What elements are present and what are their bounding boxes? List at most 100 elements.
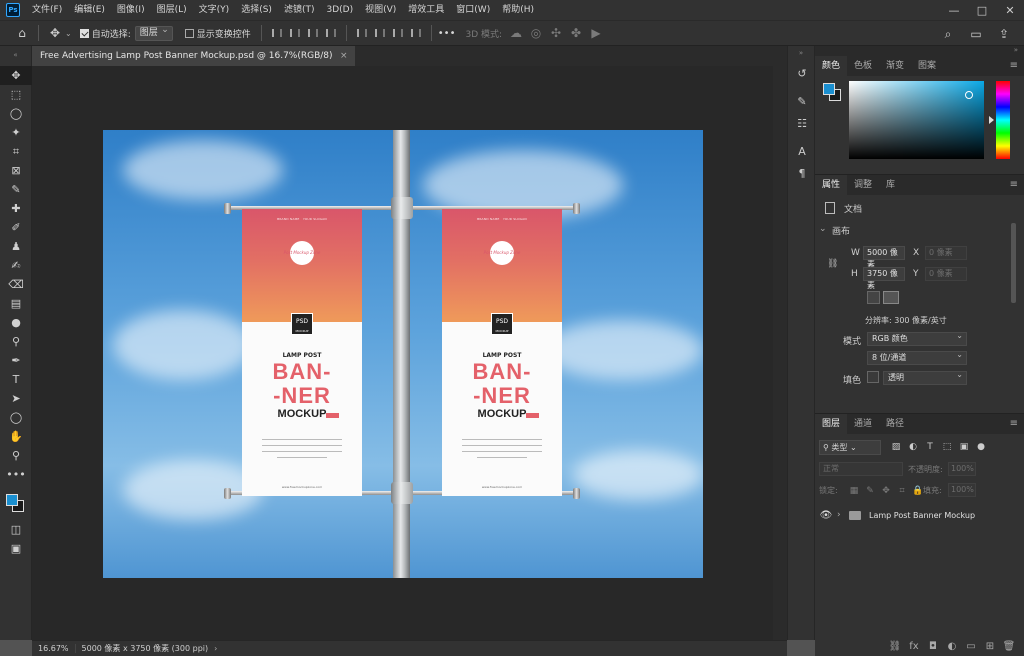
menu-filter[interactable]: 滤镜(T) [278, 0, 321, 20]
menu-3d[interactable]: 3D(D) [320, 0, 359, 20]
pixel-filter-icon[interactable]: ▨ [889, 440, 903, 454]
tab-patterns[interactable]: 图案 [911, 56, 943, 76]
dodge-tool-icon[interactable]: ⚲ [0, 332, 32, 351]
tab-properties[interactable]: 属性 [815, 175, 848, 195]
more-tools-icon[interactable]: ••• [0, 465, 32, 484]
menu-image[interactable]: 图像(I) [111, 0, 151, 20]
home-icon[interactable]: ⌂ [12, 23, 32, 43]
tab-adjustments[interactable]: 调整 [847, 175, 879, 195]
layer-kind-filter[interactable]: ⚲ 类型 ⌄ [819, 440, 881, 455]
history-panel-icon[interactable]: ↺ [788, 62, 816, 84]
more-options-button[interactable]: ••• [438, 28, 456, 39]
vertical-scrollbar[interactable] [773, 66, 787, 640]
panel-menu-icon[interactable]: ≡ [1010, 414, 1018, 434]
magic-wand-tool-icon[interactable]: ✦ [0, 123, 32, 142]
type-tool-icon[interactable]: T [0, 370, 32, 389]
bit-depth-dropdown[interactable]: 8 位/通道 [867, 349, 967, 365]
y-field[interactable]: 0 像素 [925, 267, 967, 281]
hue-slider-marker[interactable] [989, 116, 994, 124]
menu-window[interactable]: 窗口(W) [450, 0, 496, 20]
lock-pixels-icon[interactable]: ✎ [863, 484, 877, 498]
link-icon[interactable]: ⛓ [827, 259, 838, 269]
menu-plugins[interactable]: 增效工具 [402, 0, 450, 20]
character-panel-icon[interactable]: A [788, 140, 816, 162]
frame-tool-icon[interactable]: ⊠ [0, 161, 32, 180]
3d-orbit-icon[interactable]: ☁ [506, 23, 526, 43]
collapse-icon[interactable]: « [0, 46, 31, 66]
fill-color-swatch[interactable] [867, 371, 879, 383]
screen-mode-icon[interactable]: ▣ [0, 539, 32, 558]
share-icon[interactable]: ⇪ [994, 24, 1014, 44]
chevron-down-icon[interactable]: ⌄ [65, 29, 72, 38]
adjustment-filter-icon[interactable]: ◐ [906, 440, 920, 454]
clone-stamp-tool-icon[interactable]: ♟ [0, 237, 32, 256]
filter-toggle-icon[interactable]: ● [974, 440, 988, 454]
menu-view[interactable]: 视图(V) [359, 0, 402, 20]
link-layers-icon[interactable]: ⛓ [888, 641, 902, 652]
landscape-orientation-icon[interactable] [883, 291, 899, 304]
lasso-tool-icon[interactable]: ◯ [0, 104, 32, 123]
crop-tool-icon[interactable]: ⌗ [0, 142, 32, 161]
panel-menu-icon[interactable]: ≡ [1010, 175, 1018, 195]
chevron-down-icon[interactable]: ⌄ [819, 224, 827, 234]
zoom-tool-icon[interactable]: ⚲ [0, 446, 32, 465]
search-icon[interactable]: ⌕ [938, 24, 958, 44]
close-tab-icon[interactable]: × [340, 46, 348, 66]
marquee-tool-icon[interactable]: ⬚ [0, 85, 32, 104]
blur-tool-icon[interactable]: ● [0, 313, 32, 332]
align-hcenter-icon[interactable] [286, 24, 304, 42]
tab-gradients[interactable]: 渐变 [879, 56, 911, 76]
menu-help[interactable]: 帮助(H) [496, 0, 540, 20]
menu-layer[interactable]: 图层(L) [151, 0, 193, 20]
3d-roll-icon[interactable]: ◎ [526, 23, 546, 43]
collapse-icon[interactable]: » [815, 46, 1024, 56]
distribute-center-icon[interactable] [371, 24, 389, 42]
fill-dropdown[interactable]: 透明 [883, 369, 967, 385]
eyedropper-tool-icon[interactable]: ✎ [0, 180, 32, 199]
document-tab[interactable]: Free Advertising Lamp Post Banner Mockup… [32, 46, 355, 66]
eraser-tool-icon[interactable]: ⌫ [0, 275, 32, 294]
zoom-level[interactable]: 16.67% [32, 644, 76, 653]
3d-camera-icon[interactable]: ▶ [586, 23, 606, 43]
menu-select[interactable]: 选择(S) [235, 0, 278, 20]
foreground-color-swatch[interactable] [6, 494, 18, 506]
close-window-button[interactable]: ✕ [996, 0, 1024, 20]
3d-pan-icon[interactable]: ✣ [546, 23, 566, 43]
auto-select-dropdown[interactable]: 图层 [134, 24, 173, 41]
3d-slide-icon[interactable]: ✤ [566, 23, 586, 43]
paragraph-panel-icon[interactable]: ¶ [788, 162, 816, 184]
tab-swatches[interactable]: 色板 [847, 56, 879, 76]
mode-dropdown[interactable]: RGB 颜色 [867, 330, 967, 346]
smart-object-filter-icon[interactable]: ▣ [957, 440, 971, 454]
auto-select-checkbox[interactable] [79, 28, 89, 38]
lock-artboard-icon[interactable]: ⌗ [895, 484, 909, 498]
align-left-icon[interactable] [268, 24, 286, 42]
hue-slider[interactable] [996, 81, 1010, 159]
tab-libraries[interactable]: 库 [879, 175, 902, 195]
visibility-eye-icon[interactable]: 👁 [815, 510, 837, 521]
brush-tool-icon[interactable]: ✐ [0, 218, 32, 237]
foreground-color-swatch[interactable] [823, 83, 835, 95]
menu-file[interactable]: 文件(F) [26, 0, 68, 20]
tab-paths[interactable]: 路径 [879, 414, 911, 434]
shape-filter-icon[interactable]: ⬚ [940, 440, 954, 454]
move-tool-icon[interactable]: ✥ [0, 66, 32, 85]
lock-transparency-icon[interactable]: ▦ [847, 484, 861, 498]
new-group-icon[interactable]: ▭ [964, 641, 978, 652]
history-brush-tool-icon[interactable]: ✍ [0, 256, 32, 275]
collapse-icon[interactable]: » [788, 46, 814, 62]
delete-layer-icon[interactable]: 🗑 [1002, 641, 1016, 652]
status-arrow-icon[interactable]: › [214, 644, 217, 653]
portrait-orientation-icon[interactable] [867, 291, 880, 304]
gradient-tool-icon[interactable]: ▤ [0, 294, 32, 313]
opacity-field[interactable]: 100% [948, 462, 976, 476]
height-field[interactable]: 3750 像素 [863, 267, 905, 290]
distribute-spacing-icon[interactable] [407, 24, 425, 42]
blend-mode-dropdown[interactable]: 正常 [819, 462, 903, 476]
color-picker-field[interactable] [849, 81, 984, 159]
new-layer-icon[interactable]: ⊞ [983, 641, 997, 652]
type-filter-icon[interactable]: T [923, 440, 937, 454]
fill-opacity-field[interactable]: 100% [948, 483, 976, 497]
adjustments-icon[interactable]: ☷ [788, 112, 816, 134]
panel-menu-icon[interactable]: ≡ [1010, 56, 1018, 76]
